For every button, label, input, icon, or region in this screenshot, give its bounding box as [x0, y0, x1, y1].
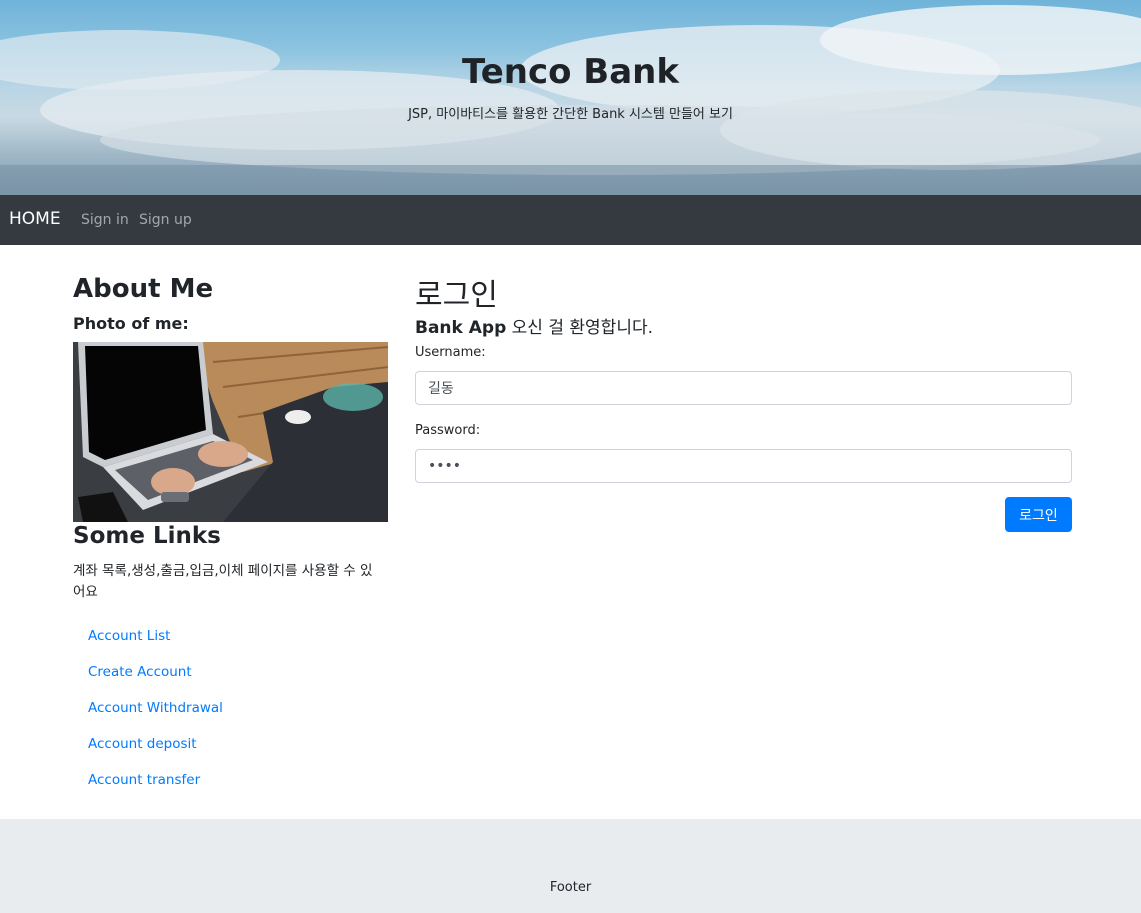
footer: Footer: [0, 819, 1141, 913]
sky-background-image: [0, 5, 1141, 195]
header-jumbotron: Tenco Bank JSP, 마이바티스를 활용한 간단한 Bank 시스템 …: [0, 0, 1141, 195]
password-input[interactable]: ••••: [415, 449, 1072, 483]
welcome-text: 오신 걸 환영합니다.: [506, 318, 654, 338]
username-input[interactable]: 길동: [415, 371, 1072, 405]
footer-text: Footer: [549, 880, 592, 895]
nav-home-link[interactable]: HOME: [9, 209, 61, 229]
some-links-heading: Some Links: [73, 523, 221, 549]
site-subtitle: JSP, 마이바티스를 활용한 간단한 Bank 시스템 만들어 보기: [408, 107, 733, 122]
photo-heading: Photo of me:: [73, 314, 189, 333]
nav-sign-up-link[interactable]: Sign up: [139, 212, 192, 228]
login-heading: 로그인: [415, 278, 498, 313]
password-value: ••••: [428, 458, 462, 474]
sidebar-link-account-list[interactable]: Account List: [88, 628, 170, 644]
welcome-message: Bank App 오신 걸 환영합니다.: [415, 313, 653, 338]
login-submit-button[interactable]: 로그인: [1005, 497, 1072, 532]
welcome-app-name: Bank App: [415, 318, 507, 338]
sidebar-link-account-transfer[interactable]: Account transfer: [88, 772, 200, 788]
laptop-photo-image: [73, 342, 388, 522]
navbar: HOME Sign in Sign up: [0, 195, 1141, 245]
sidebar-link-account-deposit[interactable]: Account deposit: [88, 736, 197, 752]
profile-photo: [73, 342, 388, 522]
about-me-heading: About Me: [73, 274, 214, 304]
username-value: 길동: [428, 381, 454, 397]
some-links-description: 계좌 목록,생성,출금,입금,이체 페이지를 사용할 수 있어요: [73, 563, 373, 600]
site-title: Tenco Bank: [462, 52, 679, 92]
sidebar-link-create-account[interactable]: Create Account: [88, 664, 192, 680]
password-label: Password:: [415, 423, 481, 438]
sidebar-link-account-withdrawal[interactable]: Account Withdrawal: [88, 700, 223, 716]
username-label: Username:: [415, 345, 486, 360]
nav-sign-in-link[interactable]: Sign in: [81, 212, 129, 228]
